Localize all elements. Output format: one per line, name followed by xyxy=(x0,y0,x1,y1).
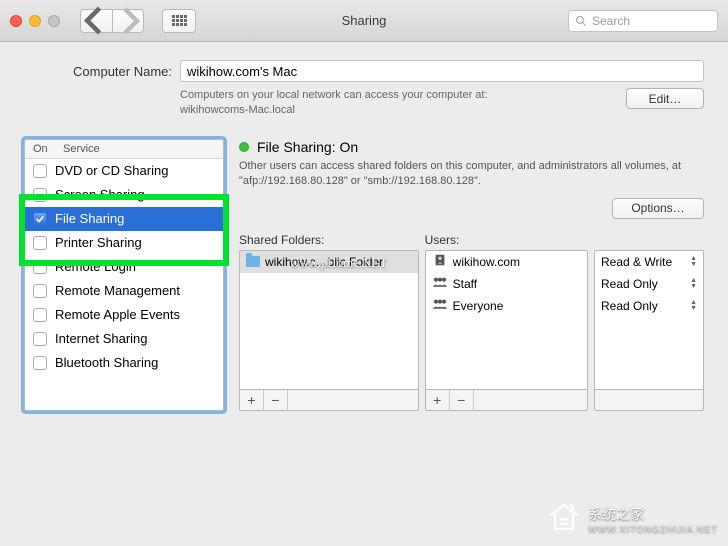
zoom-button[interactable] xyxy=(48,15,60,27)
edit-hostname-button[interactable]: Edit… xyxy=(626,88,704,109)
remove-folder-button[interactable]: − xyxy=(264,390,288,410)
service-row-1[interactable]: Screen Sharing xyxy=(25,183,223,207)
close-button[interactable] xyxy=(10,15,22,27)
group-icon xyxy=(432,275,448,292)
computer-name-input[interactable] xyxy=(180,60,704,82)
services-list[interactable]: On Service DVD or CD Sharing Screen Shari… xyxy=(24,139,224,411)
service-checkbox[interactable] xyxy=(33,308,47,322)
group-icon xyxy=(432,297,448,314)
remove-user-button[interactable]: − xyxy=(450,390,474,410)
computer-name-label: Computer Name: xyxy=(24,64,172,79)
service-checkbox[interactable] xyxy=(33,332,47,346)
add-user-button[interactable]: + xyxy=(426,390,450,410)
users-title: Users: xyxy=(425,233,588,247)
watermark-xitong: 系统之家 WWW.XITONGZHIJIA.NET xyxy=(546,499,718,538)
service-checkbox[interactable] xyxy=(33,188,47,202)
status-description: Other users can access shared folders on… xyxy=(239,159,704,190)
permission-label: Read Only xyxy=(601,277,658,291)
person-icon xyxy=(432,253,448,270)
service-label: File Sharing xyxy=(55,211,124,226)
user-row[interactable]: Staff xyxy=(426,273,587,295)
service-row-4[interactable]: Remote Login xyxy=(25,255,223,279)
permission-label: Read & Write xyxy=(601,255,672,269)
folder-row[interactable]: wikihow.c…blic Folder xyxy=(240,251,418,273)
service-row-6[interactable]: Remote Apple Events xyxy=(25,303,223,327)
status-title: File Sharing: On xyxy=(257,139,358,155)
service-label: Printer Sharing xyxy=(55,235,142,250)
service-row-3[interactable]: Printer Sharing xyxy=(25,231,223,255)
show-all-button[interactable] xyxy=(162,9,196,33)
service-label: Remote Apple Events xyxy=(55,307,180,322)
users-footer: + − xyxy=(425,390,588,411)
permission-label: Read Only xyxy=(601,299,658,313)
services-header: On Service xyxy=(25,140,223,159)
permissions-list[interactable]: Read & Write ▲▼ Read Only ▲▼ Read Only ▲▼ xyxy=(594,250,704,390)
shared-folders-list[interactable]: wikihow.c…blic Folder xyxy=(239,250,419,390)
status-indicator-icon xyxy=(239,142,249,152)
user-row[interactable]: Everyone xyxy=(426,295,587,317)
minimize-button[interactable] xyxy=(29,15,41,27)
service-label: Remote Login xyxy=(55,259,136,274)
search-icon xyxy=(575,15,587,27)
window-controls xyxy=(10,15,60,27)
service-checkbox[interactable] xyxy=(33,164,47,178)
forward-button[interactable] xyxy=(112,9,144,33)
service-checkbox[interactable] xyxy=(33,356,47,370)
permission-row[interactable]: Read Only ▲▼ xyxy=(595,273,703,295)
service-label: Remote Management xyxy=(55,283,180,298)
shared-folders-title: Shared Folders: xyxy=(239,233,419,247)
computer-hostname-info: Computers on your local network can acce… xyxy=(180,88,618,119)
folder-label: wikihow.c…blic Folder xyxy=(265,255,383,269)
user-label: wikihow.com xyxy=(453,255,520,269)
permission-row[interactable]: Read & Write ▲▼ xyxy=(595,251,703,273)
titlebar: Sharing Search xyxy=(0,0,728,42)
service-label: Screen Sharing xyxy=(55,187,145,202)
service-label: Bluetooth Sharing xyxy=(55,355,158,370)
service-row-5[interactable]: Remote Management xyxy=(25,279,223,303)
user-row[interactable]: wikihow.com xyxy=(426,251,587,273)
options-button[interactable]: Options… xyxy=(612,198,704,219)
service-row-0[interactable]: DVD or CD Sharing xyxy=(25,159,223,183)
service-row-2[interactable]: File Sharing xyxy=(25,207,223,231)
service-label: DVD or CD Sharing xyxy=(55,163,168,178)
folders-footer: + − xyxy=(239,390,419,411)
service-checkbox[interactable] xyxy=(33,284,47,298)
service-checkbox[interactable] xyxy=(33,212,47,226)
service-checkbox[interactable] xyxy=(33,236,47,250)
permissions-footer xyxy=(594,390,704,411)
user-label: Everyone xyxy=(453,299,504,313)
stepper-icon[interactable]: ▲▼ xyxy=(690,256,697,268)
service-row-8[interactable]: Bluetooth Sharing xyxy=(25,351,223,375)
stepper-icon[interactable]: ▲▼ xyxy=(690,300,697,312)
user-label: Staff xyxy=(453,277,477,291)
search-field[interactable]: Search xyxy=(568,10,718,32)
folder-icon xyxy=(246,256,260,267)
nav-segment xyxy=(80,9,144,33)
permission-row[interactable]: Read Only ▲▼ xyxy=(595,295,703,317)
back-button[interactable] xyxy=(80,9,112,33)
grid-icon xyxy=(172,15,187,26)
search-placeholder: Search xyxy=(592,14,630,28)
house-icon xyxy=(546,499,582,538)
service-label: Internet Sharing xyxy=(55,331,148,346)
service-row-7[interactable]: Internet Sharing xyxy=(25,327,223,351)
service-checkbox[interactable] xyxy=(33,260,47,274)
users-list[interactable]: wikihow.com Staff Everyone xyxy=(425,250,588,390)
stepper-icon[interactable]: ▲▼ xyxy=(690,278,697,290)
add-folder-button[interactable]: + xyxy=(240,390,264,410)
